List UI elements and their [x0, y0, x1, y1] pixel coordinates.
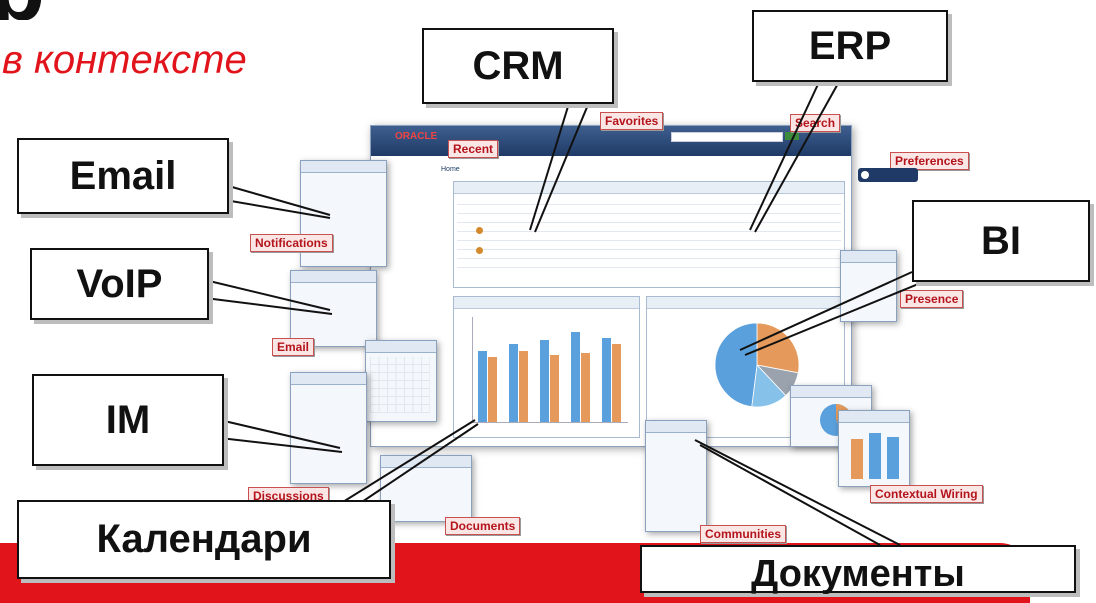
- documents-connector-2: [699, 444, 881, 546]
- calendars-callout: Календари: [17, 500, 391, 579]
- email-connector-2: [224, 199, 331, 219]
- documents-connector: [694, 439, 901, 546]
- email-connector: [224, 184, 331, 216]
- im-callout: IM: [32, 374, 224, 466]
- calendar-connector-2: [349, 423, 479, 511]
- voip-callout: VoIP: [30, 248, 209, 320]
- im-connector: [219, 419, 341, 449]
- bi-callout: BI: [912, 200, 1090, 282]
- erp-connector-2: [754, 79, 841, 233]
- erp-callout: ERP: [752, 10, 948, 82]
- email-callout: Email: [17, 138, 229, 214]
- crm-connector-2: [534, 99, 591, 233]
- documents-callout: Документы: [640, 545, 1076, 595]
- calendar-connector: [329, 419, 476, 511]
- bi-connector: [739, 271, 913, 351]
- crm-callout: CRM: [422, 28, 614, 104]
- erp-connector: [749, 79, 821, 231]
- bi-connector-2: [744, 279, 929, 356]
